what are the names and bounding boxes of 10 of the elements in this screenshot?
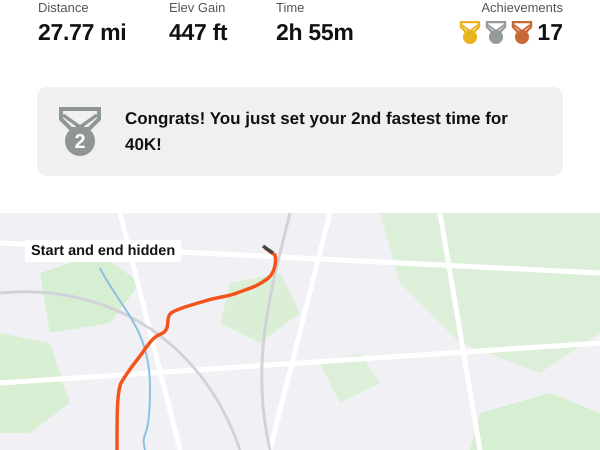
stat-value: 2h 55m bbox=[276, 19, 354, 46]
stat-label: Elev Gain bbox=[169, 1, 226, 15]
banner-text: Congrats! You just set your 2nd fastest time for 40K! bbox=[125, 108, 509, 156]
stat-value: 447 ft bbox=[169, 19, 228, 46]
stat-value: 27.77 mi bbox=[38, 19, 128, 46]
stat-label: Distance bbox=[38, 1, 90, 15]
stat-label: Time bbox=[276, 1, 306, 15]
achievements-count: 17 bbox=[537, 19, 563, 46]
achievements-label: Achievements bbox=[481, 1, 563, 15]
map-label: Start and end hidden bbox=[25, 240, 182, 262]
